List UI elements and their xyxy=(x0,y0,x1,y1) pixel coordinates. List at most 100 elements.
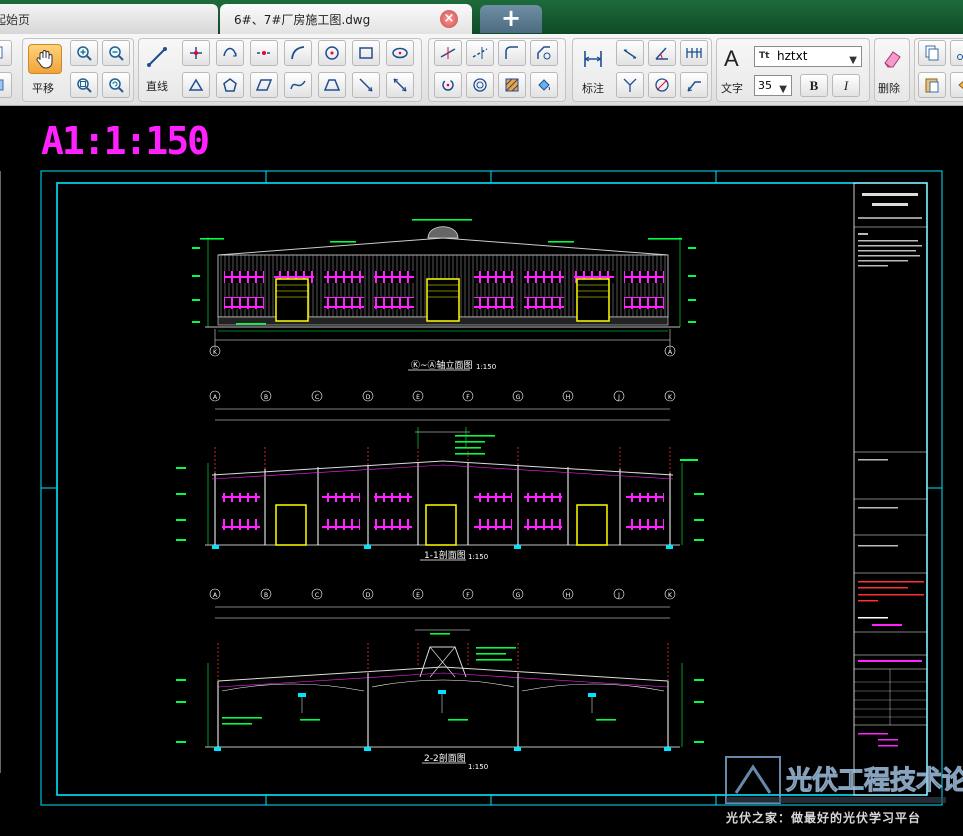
triangle-icon[interactable] xyxy=(182,72,210,98)
delete-button[interactable] xyxy=(875,44,909,74)
zoom-out-icon[interactable] xyxy=(102,40,130,66)
grid-label: K xyxy=(668,592,673,599)
section1-title: 1-1剖面图 xyxy=(424,549,466,561)
diameter-dim-icon[interactable] xyxy=(648,72,676,98)
section-2-2 xyxy=(176,606,704,764)
xline-icon[interactable] xyxy=(386,72,414,98)
grid-bubbles-section1: A B C D E F G H J K xyxy=(209,390,676,402)
aligned-dim-icon[interactable] xyxy=(616,40,644,66)
svg-text:A: A xyxy=(668,349,673,356)
polygon-icon[interactable] xyxy=(216,72,244,98)
spline-icon[interactable] xyxy=(284,72,312,98)
eraser-icon xyxy=(884,51,901,68)
grid-label: D xyxy=(366,592,371,599)
chamfer-icon[interactable] xyxy=(530,40,558,66)
delete-label: 删除 xyxy=(878,82,900,95)
grid-label: J xyxy=(617,592,620,599)
point-icon[interactable] xyxy=(182,40,210,66)
layers-icon[interactable] xyxy=(0,72,12,98)
grid-label: F xyxy=(466,394,470,401)
add-tab-button[interactable]: + xyxy=(480,5,542,33)
italic-button[interactable]: I xyxy=(832,74,860,97)
grid-label: A xyxy=(213,394,218,401)
toolbar: 平移 直线 标注 A 文字 Tt hztxt ▼ 35 ▼ B I 删除 xyxy=(0,34,963,106)
zoom-in-icon[interactable] xyxy=(70,40,98,66)
grid-label: J xyxy=(617,394,620,401)
section-1-1 xyxy=(176,408,704,561)
dimension-label: 标注 xyxy=(582,82,604,95)
hatch-icon[interactable] xyxy=(498,72,526,98)
section1-scale: 1:150 xyxy=(468,553,488,561)
watermark-brand: 光伏工程技术论坛 xyxy=(785,766,963,796)
trim-icon[interactable] xyxy=(434,40,462,66)
pan-button[interactable] xyxy=(28,44,62,74)
continuous-dim-icon[interactable] xyxy=(680,40,708,66)
font-value: hztxt xyxy=(777,49,808,63)
line-label: 直线 xyxy=(146,80,168,93)
grid-label: G xyxy=(516,592,521,599)
grid-label: B xyxy=(264,592,268,599)
svg-text:K: K xyxy=(213,349,218,356)
pan-label: 平移 xyxy=(32,82,54,95)
font-select[interactable]: Tt hztxt ▼ xyxy=(754,46,862,67)
arc-icon[interactable] xyxy=(284,40,312,66)
ellipse-icon[interactable] xyxy=(386,40,414,66)
font-size-select[interactable]: 35 ▼ xyxy=(754,75,792,96)
elevation-view: K A xyxy=(192,219,696,371)
dimension-button[interactable] xyxy=(576,44,610,74)
zoom-extents-icon[interactable] xyxy=(102,72,130,98)
zoom-window-icon[interactable] xyxy=(70,72,98,98)
tab-start-page[interactable]: 起始页 xyxy=(0,4,218,34)
elevation-title: Ⓚ~Ⓐ轴立面图 xyxy=(411,359,473,371)
rotate-icon[interactable] xyxy=(434,72,462,98)
copy-icon[interactable] xyxy=(918,40,946,66)
grid-label: B xyxy=(264,394,268,401)
watermark-slogan: 光伏之家：做最好的光伏学习平台 xyxy=(726,811,922,825)
angular-dim-icon[interactable] xyxy=(648,40,676,66)
grid-label: E xyxy=(416,592,420,599)
drawing-canvas[interactable]: A1:1:150 K A A B C D E F G H J K A B C D… xyxy=(0,107,963,836)
grid-label: E xyxy=(416,394,420,401)
grid-label: C xyxy=(315,394,319,401)
trapezoid-icon[interactable] xyxy=(318,72,346,98)
chevron-down-icon: ▼ xyxy=(779,84,787,95)
line-button[interactable] xyxy=(140,42,174,72)
grid-label: H xyxy=(566,592,571,599)
cad-drawing: K A A B C D E F G H J K A B C D E F G H … xyxy=(0,170,963,806)
polyline-arc-icon[interactable] xyxy=(216,40,244,66)
tab-drawing-file[interactable]: 6#、7#厂房施工图.dwg × xyxy=(220,4,472,34)
truetype-icon: Tt xyxy=(759,51,770,61)
section2-scale: 1:150 xyxy=(468,763,488,771)
cut-icon[interactable] xyxy=(950,40,963,66)
grid-label: A xyxy=(213,592,218,599)
chevron-down-icon: ▼ xyxy=(849,55,857,66)
text-label: 文字 xyxy=(721,82,743,95)
leader-icon[interactable] xyxy=(680,72,708,98)
copy-icon[interactable] xyxy=(0,40,12,66)
paste-icon[interactable] xyxy=(918,72,946,98)
rectangle-icon[interactable] xyxy=(352,40,380,66)
grid-bubbles-section2: A B C D E F G H J K xyxy=(209,588,676,600)
close-icon[interactable]: × xyxy=(440,10,458,28)
offset-icon[interactable] xyxy=(466,72,494,98)
fillet-icon[interactable] xyxy=(498,40,526,66)
fill-bucket-icon[interactable] xyxy=(530,72,558,98)
ray-icon[interactable] xyxy=(352,72,380,98)
dimension-icon xyxy=(584,51,602,67)
parallelogram-icon[interactable] xyxy=(250,72,278,98)
grid-label: G xyxy=(516,394,521,401)
text-icon[interactable]: A xyxy=(724,46,739,72)
extend-icon[interactable] xyxy=(466,40,494,66)
circle-icon[interactable] xyxy=(318,40,346,66)
back-icon[interactable] xyxy=(950,72,963,98)
tab-label: 6#、7#厂房施工图.dwg xyxy=(234,12,371,27)
grid-label: K xyxy=(668,394,673,401)
tab-label: 起始页 xyxy=(0,12,31,27)
construction-line-icon[interactable] xyxy=(250,40,278,66)
line-icon xyxy=(147,47,167,67)
title-block xyxy=(853,182,928,796)
elevation-scale: 1:150 xyxy=(476,363,496,371)
bold-button[interactable]: B xyxy=(800,74,828,97)
radius-dim-icon[interactable] xyxy=(616,72,644,98)
grid-label: H xyxy=(566,394,571,401)
